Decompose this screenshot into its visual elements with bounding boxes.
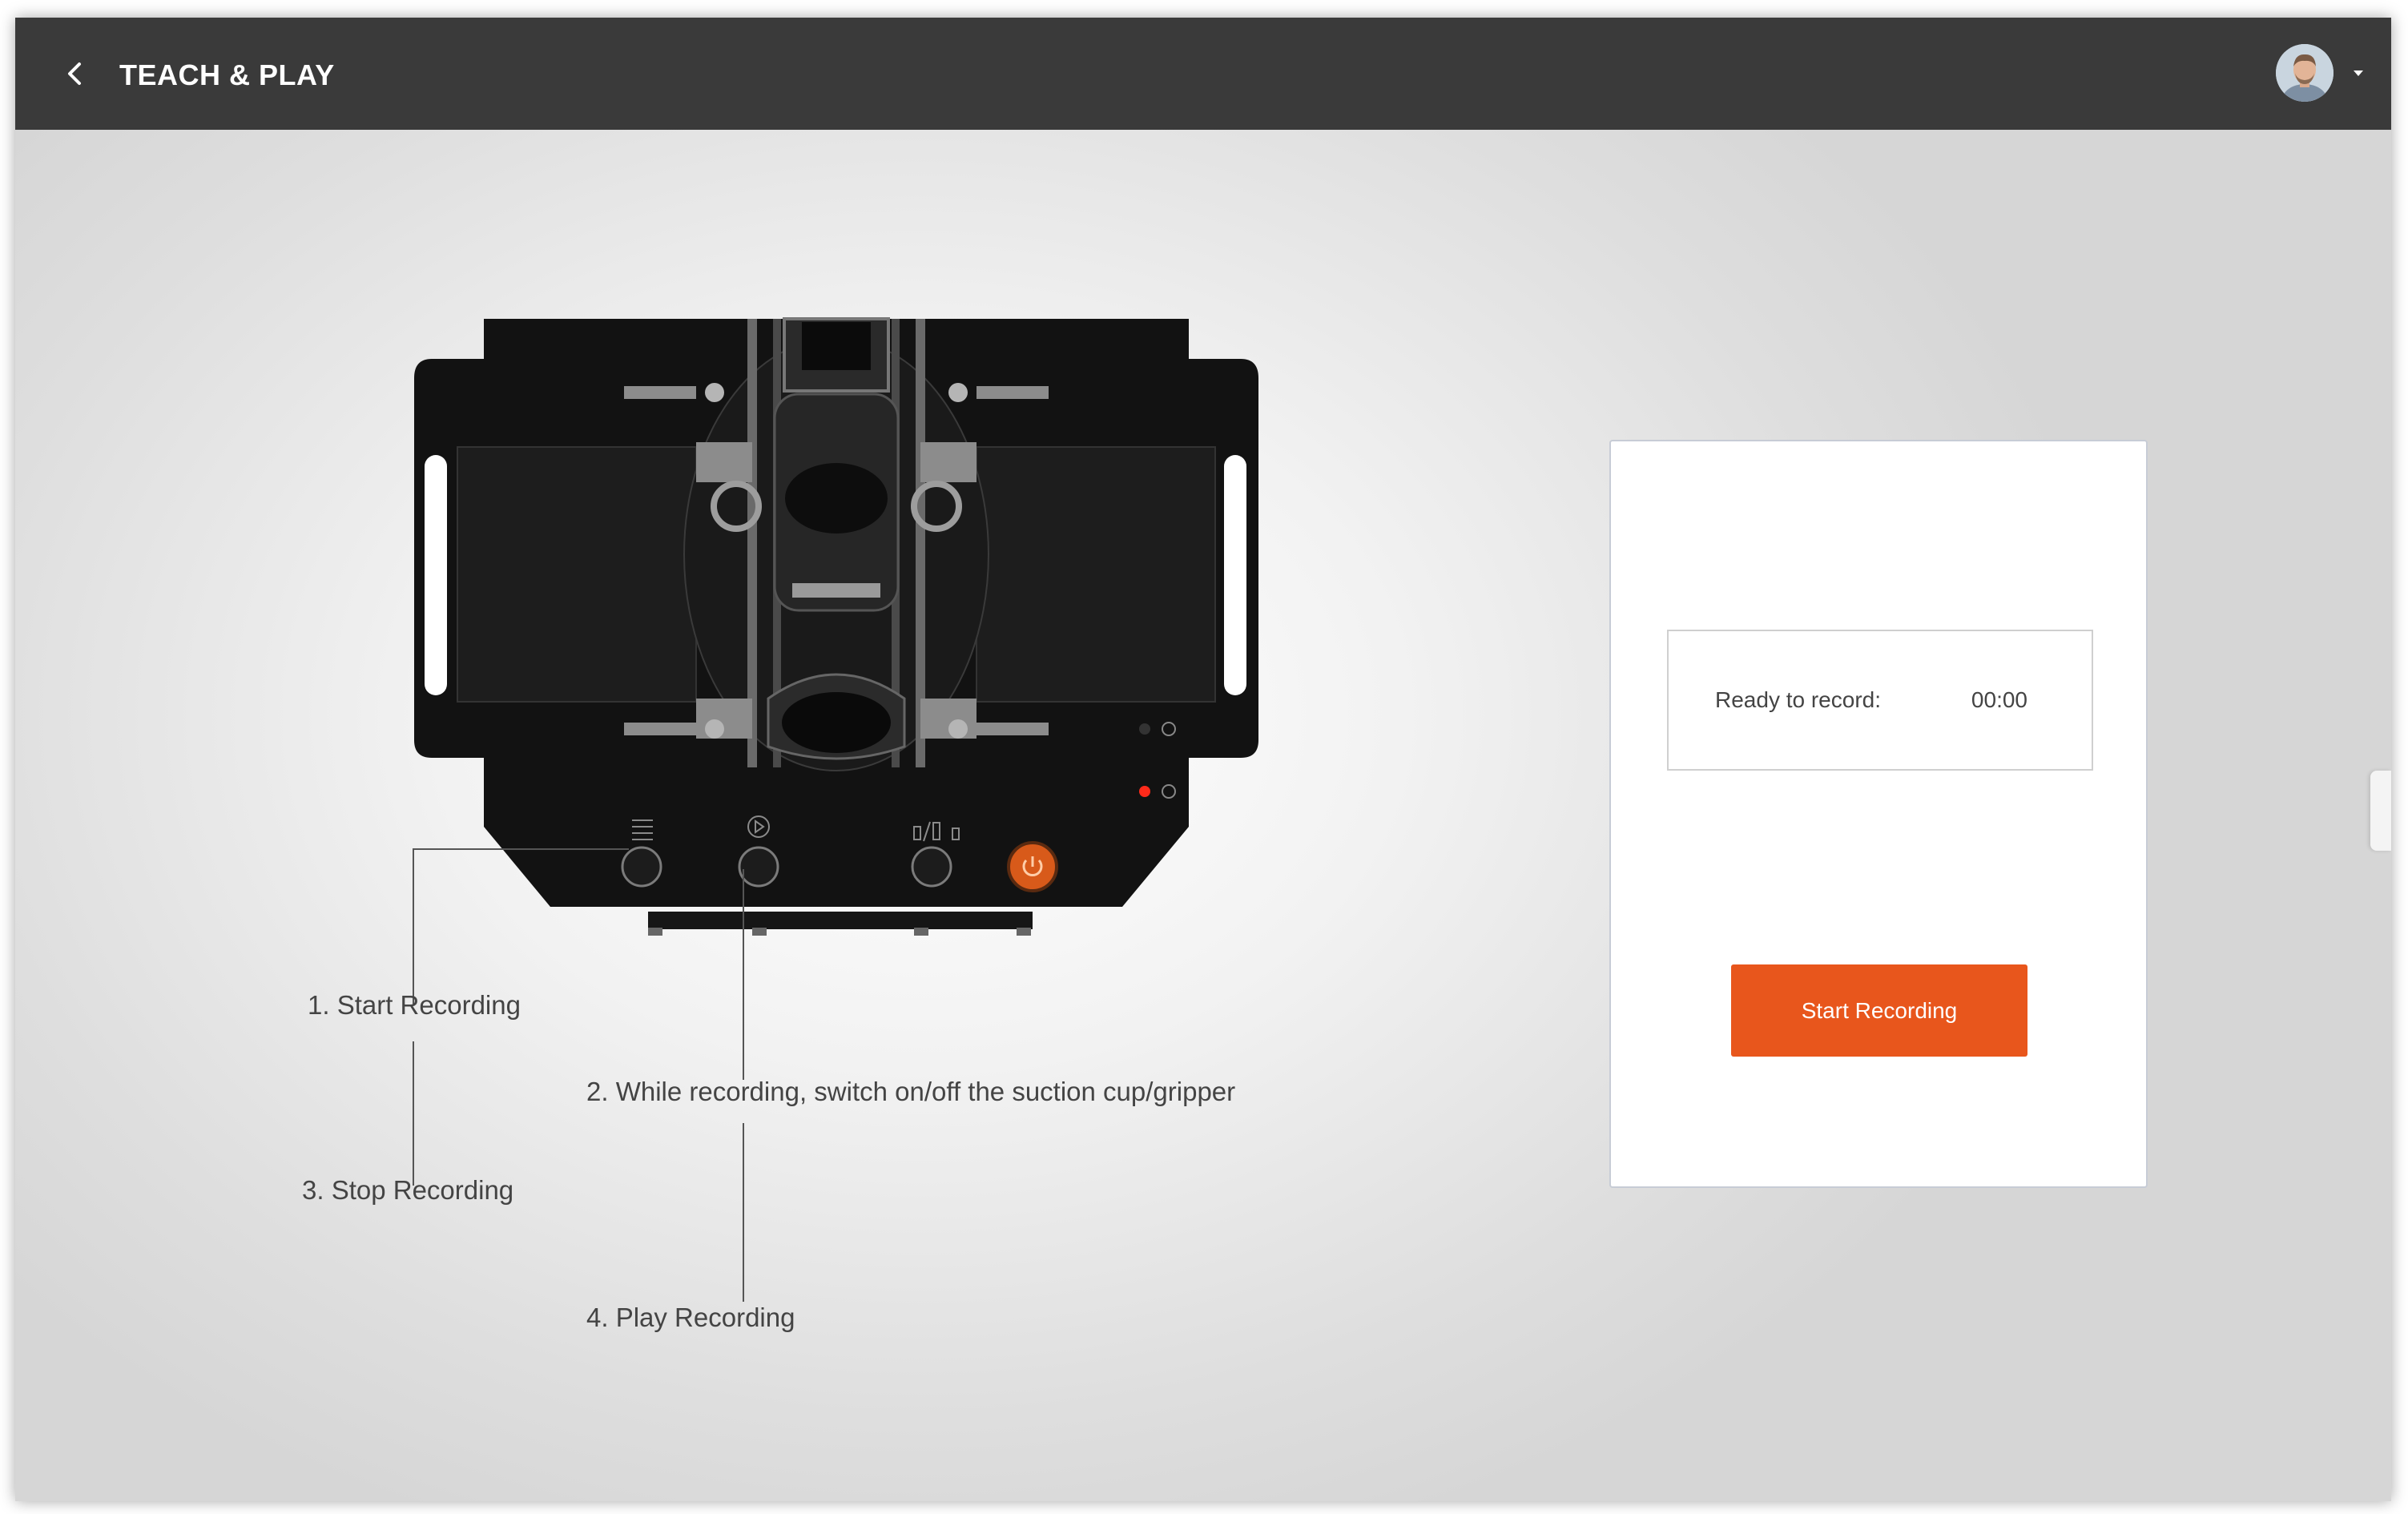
annotation-suction-gripper: 2. While recording, switch on/off the su… [586, 1077, 1236, 1106]
robot-device-illustration [414, 317, 1258, 936]
right-mount-slot [1224, 455, 1246, 695]
leader-line-start [413, 848, 629, 850]
left-mount-slot [425, 455, 447, 695]
leader-line-play [743, 1123, 744, 1302]
start-recording-button[interactable]: Start Recording [1731, 964, 2027, 1057]
account-dropdown[interactable] [2350, 64, 2367, 82]
leader-line-suction [743, 869, 744, 1080]
status-label: Ready to record: [1715, 687, 1881, 712]
annotation-stop-recording: 3. Stop Recording [302, 1175, 514, 1205]
leader-line-start [413, 848, 414, 1005]
annotation-play-recording: 4. Play Recording [586, 1303, 795, 1332]
caret-down-icon [2354, 70, 2363, 76]
app-window: TEACH & PLAY 1. Start Recording 2. While… [15, 18, 2391, 1501]
annotation-start-recording: 1. Start Recording [308, 990, 521, 1020]
recording-status: Ready to record: 00:00 [1667, 630, 2093, 771]
side-drawer-handle[interactable] [2370, 771, 2391, 851]
play-button [738, 846, 779, 888]
leader-line-stop [413, 1041, 414, 1186]
record-button [621, 846, 662, 888]
power-led [1139, 786, 1150, 797]
chevron-left-icon [68, 62, 81, 85]
user-avatar[interactable] [2276, 44, 2334, 102]
recording-timer: 00:00 [1971, 687, 2027, 712]
avatar-image [2276, 44, 2334, 102]
suction-toggle-button [911, 846, 952, 888]
back-button[interactable] [54, 53, 95, 95]
top-bar: TEACH & PLAY [15, 18, 2391, 130]
page-title: TEACH & PLAY [119, 58, 335, 91]
recorder-panel: Ready to record: 00:00 Start Recording [1609, 440, 2148, 1188]
